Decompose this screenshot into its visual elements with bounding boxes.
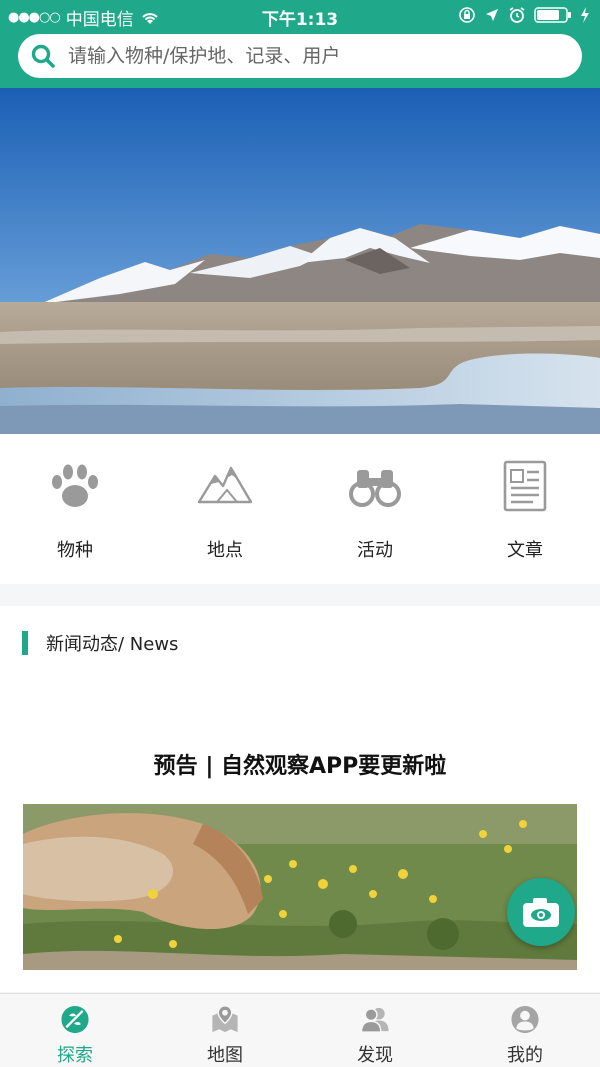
search-bar[interactable] [18,34,582,78]
category-label: 地点 [207,540,243,561]
document-icon [503,460,547,512]
tab-explore[interactable]: 探索 [0,994,150,1067]
paw-icon [52,464,98,507]
tab-label: 我的 [507,1045,543,1066]
camera-button[interactable] [507,878,575,946]
discover-icon [360,1007,389,1033]
tab-label: 发现 [357,1045,393,1066]
category-label: 活动 [357,540,393,561]
binoculars-icon [349,470,401,507]
category-articles[interactable]: 文章 [450,434,600,584]
bottom-tab-bar: 探索 地图 发现 我的 [0,993,600,1067]
animal-in-meadow-image [23,804,577,970]
article-title[interactable]: 预告 | 自然观察APP要更新啦 [0,748,600,780]
banner-image[interactable] [0,88,600,434]
news-section-title: 新闻动态/ News [46,634,179,655]
camera-icon [523,898,559,927]
search-icon[interactable] [30,43,56,69]
category-label: 文章 [507,540,543,561]
mountain-icon [197,466,253,504]
search-header [0,30,600,88]
profile-icon [511,1005,539,1034]
category-grid: 物种 地点 活动 文章 [0,434,600,584]
category-label: 物种 [57,540,93,561]
category-activities[interactable]: 活动 [300,434,450,584]
tab-label: 探索 [57,1045,93,1066]
news-header: 新闻动态/ News [22,630,178,656]
status-bar: ●●●○○ 中国电信 下午1:13 [0,0,600,30]
charging-icon [581,7,589,23]
mountain-landscape-image [0,88,600,434]
tab-profile[interactable]: 我的 [450,994,600,1067]
category-species[interactable]: 物种 [0,434,150,584]
status-right [458,6,590,24]
location-icon [486,9,498,21]
search-input[interactable] [68,45,548,67]
section-accent-bar [22,631,28,655]
explore-icon [61,1005,89,1034]
battery-icon [534,7,571,23]
map-icon [212,1005,238,1033]
tab-map[interactable]: 地图 [150,994,300,1067]
article-image[interactable] [23,804,577,970]
tab-label: 地图 [207,1045,243,1066]
alarm-icon [509,7,525,23]
tab-discover[interactable]: 发现 [300,994,450,1067]
news-section: 新闻动态/ News 预告 | 自然观察APP要更新啦 [0,606,600,992]
category-places[interactable]: 地点 [150,434,300,584]
lock-rotation-icon [459,7,475,23]
